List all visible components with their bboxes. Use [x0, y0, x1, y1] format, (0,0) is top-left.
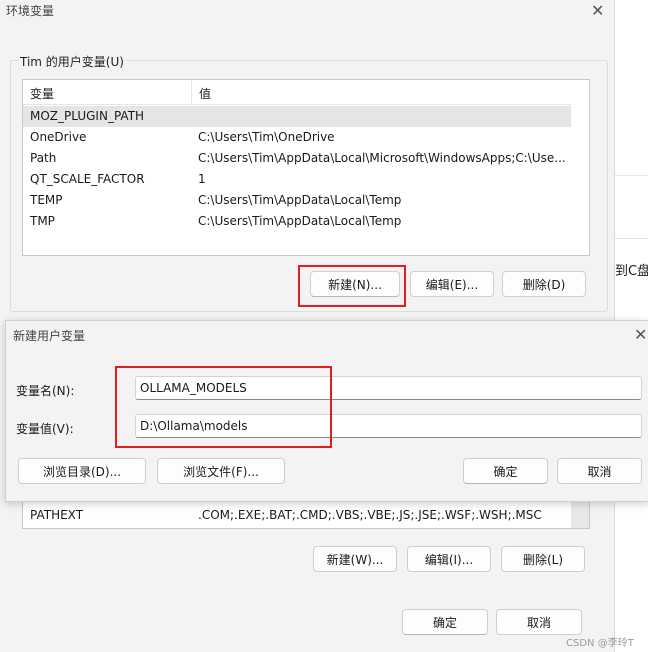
column-header-value[interactable]: 值 [199, 85, 211, 102]
browse-file-button[interactable]: 浏览文件(F)... [157, 458, 285, 484]
ok-button[interactable]: 确定 [402, 609, 488, 635]
var-name: TMP [30, 214, 55, 228]
scrollbar[interactable] [571, 80, 589, 255]
watermark: CSDN @李玲T [566, 638, 634, 649]
var-name: QT_SCALE_FACTOR [30, 172, 145, 186]
dialog-ok-button[interactable]: 确定 [463, 458, 548, 484]
var-name: Path [30, 151, 57, 165]
user-delete-button[interactable]: 删除(D) [502, 271, 586, 297]
highlight-box [298, 265, 406, 307]
var-value: C:\Users\Tim\OneDrive [198, 130, 335, 144]
cancel-button[interactable]: 取消 [496, 609, 582, 635]
table-row[interactable]: Path C:\Users\Tim\AppData\Local\Microsof… [23, 148, 571, 169]
var-value: C:\Users\Tim\AppData\Local\Temp [198, 193, 402, 207]
var-value: 1 [198, 172, 206, 186]
table-row[interactable]: TEMP C:\Users\Tim\AppData\Local\Temp [23, 190, 571, 211]
system-delete-button[interactable]: 删除(L) [501, 546, 585, 572]
table-row[interactable]: PATHEXT .COM;.EXE;.BAT;.CMD;.VBS;.VBE;.J… [23, 505, 571, 526]
var-value: C:\Users\Tim\AppData\Local\Microsoft\Win… [198, 151, 566, 165]
table-row[interactable]: MOZ_PLUGIN_PATH [23, 106, 571, 127]
column-header-name[interactable]: 变量 [30, 85, 54, 102]
table-row[interactable]: OneDrive C:\Users\Tim\OneDrive [23, 127, 571, 148]
var-value-label: 变量值(V): [16, 422, 74, 436]
table-row[interactable]: QT_SCALE_FACTOR 1 [23, 169, 571, 190]
close-icon[interactable]: ✕ [591, 3, 604, 19]
divider [615, 238, 648, 239]
new-user-variable-dialog: 新建用户变量 ✕ 变量名(N): OLLAMA_MODELS 变量值(V): D… [5, 320, 648, 502]
window-title: 环境变量 [6, 4, 55, 18]
background-text: 到C盘 [615, 264, 648, 279]
close-icon[interactable]: ✕ [634, 327, 647, 343]
user-vars-list[interactable]: 变量 值 MOZ_PLUGIN_PATH OneDrive C:\Users\T… [22, 79, 590, 256]
var-name: OneDrive [30, 130, 87, 144]
var-name-label: 变量名(N): [16, 384, 75, 398]
var-name: MOZ_PLUGIN_PATH [30, 109, 145, 123]
user-edit-button[interactable]: 编辑(E)... [410, 271, 494, 297]
var-name: PATHEXT [30, 508, 84, 522]
table-row[interactable]: TMP C:\Users\Tim\AppData\Local\Temp [23, 211, 571, 232]
var-value: C:\Users\Tim\AppData\Local\Temp [198, 214, 402, 228]
user-vars-group-label: Tim 的用户变量(U) [18, 53, 126, 70]
highlight-box [115, 366, 332, 448]
list-header: 变量 值 [23, 80, 589, 105]
browse-directory-button[interactable]: 浏览目录(D)... [18, 458, 146, 484]
var-name: TEMP [30, 193, 63, 207]
dialog-cancel-button[interactable]: 取消 [557, 458, 642, 484]
system-edit-button[interactable]: 编辑(I)... [407, 546, 491, 572]
dialog-title: 新建用户变量 [13, 329, 86, 343]
divider [615, 175, 648, 176]
column-separator[interactable] [191, 80, 192, 104]
system-new-button[interactable]: 新建(W)... [313, 546, 397, 572]
var-value: .COM;.EXE;.BAT;.CMD;.VBS;.VBE;.JS;.JSE;.… [198, 508, 542, 522]
